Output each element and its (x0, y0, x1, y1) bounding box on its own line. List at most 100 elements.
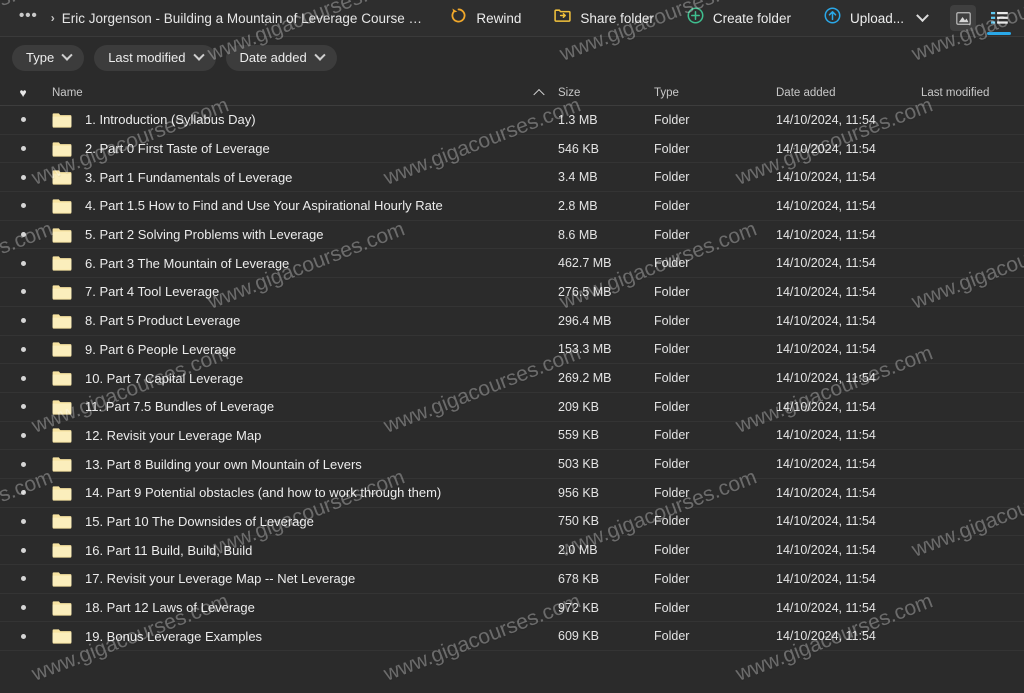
column-header-date-added-label: Date added (776, 87, 835, 99)
row-name-cell[interactable]: 9. Part 6 People Leverage (46, 341, 558, 357)
breadcrumb-overflow-menu[interactable]: ••• (14, 5, 43, 26)
row-name-label: 2. Part 0 First Taste of Leverage (85, 141, 270, 156)
filter-type[interactable]: Type (12, 45, 84, 71)
page-title[interactable]: Eric Jorgenson - Building a Mountain of … (62, 11, 427, 26)
bullet-icon (21, 519, 26, 524)
row-date-added-cell: 14/10/2024, 11:54 (776, 486, 921, 500)
chevron-down-icon (314, 49, 325, 60)
row-bullet[interactable] (0, 490, 46, 495)
folder-icon (52, 141, 72, 157)
table-row[interactable]: 18. Part 12 Laws of Leverage972 KBFolder… (0, 594, 1024, 623)
row-name-cell[interactable]: 6. Part 3 The Mountain of Leverage (46, 255, 558, 271)
row-bullet[interactable] (0, 146, 46, 151)
table-row[interactable]: 11. Part 7.5 Bundles of Leverage209 KBFo… (0, 393, 1024, 422)
row-bullet[interactable] (0, 519, 46, 524)
row-bullet[interactable] (0, 376, 46, 381)
plus-circle-icon (686, 6, 705, 30)
row-name-cell[interactable]: 12. Revisit your Leverage Map (46, 427, 558, 443)
row-name-cell[interactable]: 8. Part 5 Product Leverage (46, 313, 558, 329)
folder-icon (52, 513, 72, 529)
row-name-cell[interactable]: 2. Part 0 First Taste of Leverage (46, 141, 558, 157)
row-name-cell[interactable]: 18. Part 12 Laws of Leverage (46, 600, 558, 616)
row-bullet[interactable] (0, 318, 46, 323)
filter-last-modified[interactable]: Last modified (94, 45, 215, 71)
row-name-cell[interactable]: 17. Revisit your Leverage Map -- Net Lev… (46, 571, 558, 587)
row-type-cell: Folder (654, 543, 776, 557)
table-row[interactable]: 9. Part 6 People Leverage153.3 MBFolder1… (0, 336, 1024, 365)
row-name-cell[interactable]: 4. Part 1.5 How to Find and Use Your Asp… (46, 198, 558, 214)
row-name-cell[interactable]: 1. Introduction (Syllabus Day) (46, 112, 558, 128)
share-folder-button[interactable]: Share folder (544, 2, 663, 34)
table-row[interactable]: 4. Part 1.5 How to Find and Use Your Asp… (0, 192, 1024, 221)
row-bullet[interactable] (0, 117, 46, 122)
table-header-row: ♥ Name Size Type Date added Last modifie… (0, 80, 1024, 106)
row-bullet[interactable] (0, 462, 46, 467)
row-name-label: 1. Introduction (Syllabus Day) (85, 112, 256, 127)
row-name-cell[interactable]: 15. Part 10 The Downsides of Leverage (46, 513, 558, 529)
row-name-label: 7. Part 4 Tool Leverage (85, 284, 219, 299)
create-folder-button[interactable]: Create folder (677, 2, 800, 34)
table-row[interactable]: 17. Revisit your Leverage Map -- Net Lev… (0, 565, 1024, 594)
folder-icon (52, 284, 72, 300)
create-folder-label: Create folder (713, 11, 791, 26)
folder-icon (52, 399, 72, 415)
row-name-label: 15. Part 10 The Downsides of Leverage (85, 514, 314, 529)
upload-button[interactable]: Upload... (814, 2, 936, 34)
row-bullet[interactable] (0, 605, 46, 610)
column-header-date-added[interactable]: Date added (776, 87, 921, 99)
row-name-cell[interactable]: 7. Part 4 Tool Leverage (46, 284, 558, 300)
row-bullet[interactable] (0, 433, 46, 438)
gallery-view-button[interactable] (950, 5, 976, 31)
row-name-cell[interactable]: 10. Part 7 Capital Leverage (46, 370, 558, 386)
column-header-last-modified[interactable]: Last modified (921, 87, 1021, 99)
table-row[interactable]: 16. Part 11 Build, Build, Build2.0 MBFol… (0, 536, 1024, 565)
row-name-cell[interactable]: 11. Part 7.5 Bundles of Leverage (46, 399, 558, 415)
row-bullet[interactable] (0, 175, 46, 180)
row-bullet[interactable] (0, 576, 46, 581)
bullet-icon (21, 175, 26, 180)
table-row[interactable]: 5. Part 2 Solving Problems with Leverage… (0, 221, 1024, 250)
row-bullet[interactable] (0, 232, 46, 237)
row-name-cell[interactable]: 16. Part 11 Build, Build, Build (46, 542, 558, 558)
column-header-name[interactable]: Name (46, 87, 558, 99)
list-view-button[interactable] (986, 5, 1012, 31)
bullet-icon (21, 605, 26, 610)
row-bullet[interactable] (0, 634, 46, 639)
row-name-cell[interactable]: 19. Bonus Leverage Examples (46, 628, 558, 644)
row-bullet[interactable] (0, 548, 46, 553)
row-name-cell[interactable]: 3. Part 1 Fundamentals of Leverage (46, 169, 558, 185)
row-type-cell: Folder (654, 113, 776, 127)
rewind-button[interactable]: Rewind (440, 2, 530, 34)
row-name-cell[interactable]: 13. Part 8 Building your own Mountain of… (46, 456, 558, 472)
table-row[interactable]: 13. Part 8 Building your own Mountain of… (0, 450, 1024, 479)
row-name-cell[interactable]: 14. Part 9 Potential obstacles (and how … (46, 485, 558, 501)
row-bullet[interactable] (0, 347, 46, 352)
table-row[interactable]: 14. Part 9 Potential obstacles (and how … (0, 479, 1024, 508)
row-bullet[interactable] (0, 261, 46, 266)
table-row[interactable]: 3. Part 1 Fundamentals of Leverage3.4 MB… (0, 163, 1024, 192)
table-row[interactable]: 2. Part 0 First Taste of Leverage546 KBF… (0, 135, 1024, 164)
row-size-cell: 559 KB (558, 428, 654, 442)
row-bullet[interactable] (0, 404, 46, 409)
bullet-icon (21, 634, 26, 639)
table-row[interactable]: 19. Bonus Leverage Examples609 KBFolder1… (0, 622, 1024, 651)
table-row[interactable]: 15. Part 10 The Downsides of Leverage750… (0, 508, 1024, 537)
column-header-favorite[interactable]: ♥ (0, 87, 46, 99)
filter-date-added[interactable]: Date added (226, 45, 337, 71)
folder-icon (52, 427, 72, 443)
row-name-cell[interactable]: 5. Part 2 Solving Problems with Leverage (46, 227, 558, 243)
row-type-cell: Folder (654, 486, 776, 500)
table-row[interactable]: 8. Part 5 Product Leverage296.4 MBFolder… (0, 307, 1024, 336)
table-row[interactable]: 10. Part 7 Capital Leverage269.2 MBFolde… (0, 364, 1024, 393)
table-row[interactable]: 7. Part 4 Tool Leverage276.5 MBFolder14/… (0, 278, 1024, 307)
row-bullet[interactable] (0, 203, 46, 208)
column-header-size[interactable]: Size (558, 87, 654, 99)
row-name-label: 11. Part 7.5 Bundles of Leverage (85, 399, 274, 414)
table-row[interactable]: 6. Part 3 The Mountain of Leverage462.7 … (0, 249, 1024, 278)
chevron-down-icon[interactable] (916, 9, 929, 22)
row-bullet[interactable] (0, 289, 46, 294)
table-row[interactable]: 1. Introduction (Syllabus Day)1.3 MBFold… (0, 106, 1024, 135)
row-name-label: 8. Part 5 Product Leverage (85, 313, 240, 328)
column-header-type[interactable]: Type (654, 87, 776, 99)
table-row[interactable]: 12. Revisit your Leverage Map559 KBFolde… (0, 422, 1024, 451)
